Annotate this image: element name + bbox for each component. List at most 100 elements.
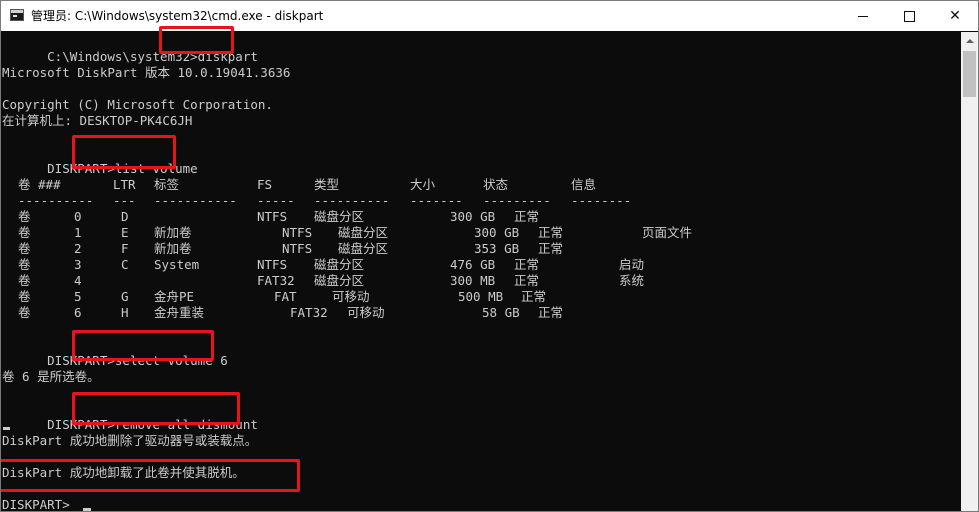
separator-ltr: --- (113, 193, 136, 208)
row-status: 正常 (538, 241, 564, 256)
separator-type: ---------- (314, 193, 390, 208)
maximize-button[interactable] (886, 1, 932, 31)
row-fs: NTFS (257, 257, 288, 272)
cmd-app-icon[interactable] (10, 9, 24, 21)
vertical-scrollbar[interactable] (961, 32, 978, 511)
header-status: 状态 (483, 177, 509, 192)
cmd-window: 管理员: C:\Windows\system32\cmd.exe - diskp… (0, 0, 979, 512)
row-type: 磁盘分区 (338, 241, 389, 256)
row-ltr: F (121, 241, 129, 256)
row-type: 可移动 (332, 289, 370, 304)
row-num: 4 (74, 273, 82, 288)
row-vol: 卷 (18, 225, 31, 240)
row-type: 磁盘分区 (314, 273, 365, 288)
header-size: 大小 (410, 177, 436, 192)
title-bar[interactable]: 管理员: C:\Windows\system32\cmd.exe - diskp… (1, 1, 978, 31)
row-type: 磁盘分区 (314, 257, 365, 272)
row-num: 2 (74, 241, 82, 256)
scroll-up-button[interactable] (961, 32, 978, 49)
row-type: 磁盘分区 (338, 225, 389, 240)
highlight-box-diskpart (159, 26, 234, 54)
header-volume: 卷 ### (18, 177, 61, 192)
minimize-icon (858, 15, 868, 17)
row-label: System (154, 257, 200, 272)
separator-volume: ---------- (18, 193, 94, 208)
row-fs: FAT (274, 289, 297, 304)
separator-status: --------- (483, 193, 551, 208)
row-label: 新加卷 (154, 241, 192, 256)
highlight-box-list-volume (72, 135, 176, 169)
row-num: 0 (74, 209, 82, 224)
row-vol: 卷 (18, 209, 31, 224)
row-status: 正常 (538, 305, 564, 320)
window-title: 管理员: C:\Windows\system32\cmd.exe - diskp… (31, 9, 324, 23)
row-status: 正常 (521, 289, 547, 304)
header-info: 信息 (571, 177, 597, 192)
row-info: 页面文件 (642, 225, 693, 240)
row-ltr: G (121, 289, 129, 304)
maximize-icon (903, 10, 915, 22)
row-info: 系统 (619, 273, 645, 288)
row-status: 正常 (514, 257, 540, 272)
row-fs: NTFS (257, 209, 288, 224)
header-label: 标签 (154, 177, 180, 192)
remove-result-line-1: DiskPart 成功地删除了驱动器号或装载点。 (2, 433, 258, 448)
computer-line: 在计算机上: DESKTOP-PK4C6JH (2, 113, 193, 128)
row-ltr: E (121, 225, 129, 240)
row-vol: 卷 (18, 241, 31, 256)
row-label: 新加卷 (154, 225, 192, 240)
header-type: 类型 (314, 177, 340, 192)
select-result: 卷 6 是所选卷。 (2, 369, 100, 384)
copyright-line: Copyright (C) Microsoft Corporation. (2, 97, 273, 112)
row-num: 6 (74, 305, 82, 320)
row-type: 磁盘分区 (314, 209, 365, 224)
highlight-box-result (1, 459, 300, 492)
console-line-final-prompt: DISKPART> (2, 497, 78, 512)
highlight-box-select-volume (72, 330, 214, 361)
close-icon: ✕ (949, 8, 961, 24)
row-ltr: H (121, 305, 129, 320)
row-label: 金舟PE (154, 289, 195, 304)
row-fs: FAT32 (290, 305, 328, 320)
row-status: 正常 (514, 209, 540, 224)
row-num: 1 (74, 225, 82, 240)
version-line: Microsoft DiskPart 版本 10.0.19041.3636 (2, 65, 291, 80)
row-size: 476 GB (450, 257, 496, 272)
separator-info: -------- (571, 193, 632, 208)
header-ltr: LTR (113, 177, 136, 192)
separator-size: ------- (410, 193, 463, 208)
highlight-box-remove (72, 392, 240, 425)
row-size: 300 GB (450, 209, 496, 224)
row-type: 可移动 (347, 305, 385, 320)
blinking-cursor (83, 508, 91, 511)
arrow-up-icon (965, 38, 974, 43)
old-cursor-mark (3, 427, 10, 430)
row-size: 353 GB (474, 241, 520, 256)
row-size: 300 GB (474, 225, 520, 240)
separator-fs: ----- (257, 193, 295, 208)
row-num: 3 (74, 257, 82, 272)
row-vol: 卷 (18, 257, 31, 272)
row-size: 300 MB (450, 273, 496, 288)
row-fs: NTFS (282, 241, 313, 256)
row-size: 500 MB (458, 289, 504, 304)
row-vol: 卷 (18, 289, 31, 304)
row-status: 正常 (538, 225, 564, 240)
row-size: 58 GB (482, 305, 520, 320)
header-fs: FS (257, 177, 273, 192)
separator-label: ----------- (154, 193, 237, 208)
row-ltr: D (121, 209, 129, 224)
row-label: 金舟重装 (154, 305, 205, 320)
row-vol: 卷 (18, 305, 31, 320)
row-info: 启动 (619, 257, 645, 272)
close-button[interactable]: ✕ (932, 1, 978, 31)
row-fs: FAT32 (257, 273, 295, 288)
row-vol: 卷 (18, 273, 31, 288)
row-status: 正常 (514, 273, 540, 288)
minimize-button[interactable] (840, 1, 886, 31)
row-ltr: C (121, 257, 129, 272)
console-output[interactable]: C:\Windows\system32>diskpart Microsoft D… (1, 26, 961, 512)
row-fs: NTFS (282, 225, 313, 240)
row-num: 5 (74, 289, 82, 304)
scroll-thumb[interactable] (963, 51, 976, 97)
